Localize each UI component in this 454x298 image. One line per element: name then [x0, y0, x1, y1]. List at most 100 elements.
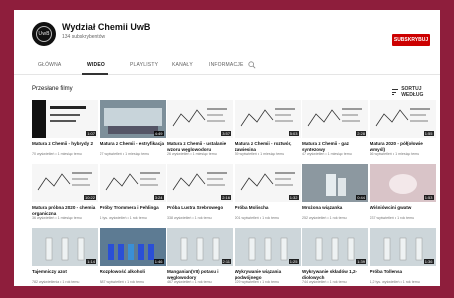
sort-button[interactable]: SORTUJ WEDŁUG: [392, 86, 440, 98]
video-duration: 2:28: [356, 131, 366, 136]
avatar-logo: UwB: [36, 26, 52, 42]
video-thumbnail[interactable]: 2:28: [302, 100, 368, 138]
video-title[interactable]: Wykrywanie wiązania podwójnego: [235, 269, 301, 280]
tab-home[interactable]: GŁÓWNA: [38, 62, 61, 68]
video-title[interactable]: Matura z Chemii - ustalanie wzoru węglow…: [167, 141, 233, 152]
sort-icon: [392, 89, 399, 95]
video-thumbnail[interactable]: 1:07: [32, 100, 98, 138]
video-duration: 1:46: [153, 259, 164, 264]
video-duration: 1:14: [86, 259, 96, 264]
video-card[interactable]: 2:11 Manganian(VII) potasu i węglowodory 4…: [167, 228, 233, 285]
video-duration: 2:16: [221, 195, 231, 200]
tab-about[interactable]: INFORMACJE: [209, 62, 244, 68]
video-card[interactable]: 1:07 Matura z Chemii - hybrydy 2 70 wyświe…: [32, 100, 98, 157]
video-card[interactable]: 2:16 Próba Lustra Srebrowego 338 wyświetle…: [167, 164, 233, 221]
video-thumbnail[interactable]: 4:49: [99, 100, 166, 138]
video-title[interactable]: Matura z Chemii - gaz syntezowy: [302, 141, 368, 152]
channel-avatar[interactable]: UwB: [32, 22, 56, 46]
video-card[interactable]: 1:25 Wykrywanie wiązania podwójnego 229 wy…: [234, 228, 301, 285]
channel-tabs: GŁÓWNA WIDEO PLAYLISTY KANAŁY INFORMACJE: [14, 57, 440, 75]
search-icon[interactable]: [248, 61, 256, 69]
video-thumbnail[interactable]: 5:03: [234, 100, 301, 138]
video-duration: 1:36: [423, 259, 434, 264]
video-duration: 1:07: [86, 131, 96, 136]
video-card[interactable]: 1:53 Wiśniówcini gwatw 237 wyświetleń • 1 …: [369, 164, 436, 221]
video-card[interactable]: 10:22 Matura próbna 2020 - chemia organic…: [32, 164, 98, 221]
video-meta: 338 wyświetleń • 1 rok temu: [167, 216, 212, 220]
video-duration: 2:11: [221, 259, 231, 264]
video-thumbnail[interactable]: 2:16: [167, 164, 233, 202]
tab-channels[interactable]: KANAŁY: [172, 62, 193, 68]
video-title[interactable]: Próba Lustra Srebrowego: [167, 205, 233, 216]
video-thumbnail[interactable]: 1:32: [234, 164, 301, 202]
video-thumbnail[interactable]: 3:24: [99, 164, 166, 202]
video-title[interactable]: Matura z Chemii - hybrydy 2: [32, 141, 98, 152]
video-thumbnail[interactable]: 1:36: [369, 228, 436, 266]
video-duration: 3:57: [221, 131, 231, 136]
video-title[interactable]: Matura z Chemii - roztwór, zawiesina: [235, 141, 301, 152]
video-title[interactable]: Próba Tollensa: [370, 269, 436, 280]
video-thumbnail[interactable]: 1:25: [234, 228, 301, 266]
video-card[interactable]: 2:28 Matura z Chemii - gaz syntezowy 47 wy…: [302, 100, 368, 157]
video-thumbnail[interactable]: 1:53: [369, 164, 436, 202]
video-card[interactable]: 4:49 Matura z Chemii - estryfikacja 27 wyś…: [99, 100, 166, 157]
video-meta: 252 wyświetleń • 1 rok temu: [302, 216, 347, 220]
video-duration: 4:49: [153, 131, 164, 136]
video-card[interactable]: 1:32 Próba Molischa 201 wyświetleń • 1 rok…: [234, 164, 301, 221]
channel-header: UwB Wydział Chemii UwB 134 subskrybentów…: [14, 10, 440, 50]
video-title[interactable]: Wiśniówcini gwatw: [370, 205, 436, 216]
video-duration: 10:22: [83, 195, 96, 200]
channel-page: UwB Wydział Chemii UwB 134 subskrybentów…: [14, 10, 440, 286]
video-title[interactable]: Mrożona wiązanka: [302, 205, 368, 216]
video-card[interactable]: 1:46 Rozpłowość alkoholi 887 wyświetleń • …: [99, 228, 166, 285]
video-thumbnail[interactable]: 3:57: [167, 100, 233, 138]
video-meta: 887 wyświetleń • 1 rok temu: [99, 280, 145, 284]
subscriber-count: 134 subskrybentów: [62, 34, 106, 40]
video-card[interactable]: 3:57 Matura z Chemii - ustalanie wzoru wę…: [167, 100, 233, 157]
subscribe-button[interactable]: SUBSKRYBUJ: [392, 34, 430, 46]
video-card[interactable]: 1:14 Tajemniczy azot 782 wyświetlenia • 1 …: [32, 228, 98, 285]
video-duration: 1:32: [288, 195, 299, 200]
video-meta: 26 wyświetleń • 1 miesiąc temu: [167, 152, 217, 156]
video-meta: 47 wyświetleń • 1 miesiąc temu: [302, 152, 352, 156]
video-title[interactable]: Próby Trommera i Fehlinga: [100, 205, 166, 216]
video-thumbnail[interactable]: 0:44: [302, 164, 368, 202]
video-thumbnail[interactable]: 1:46: [99, 228, 166, 266]
video-duration: 1:53: [423, 195, 434, 200]
video-card[interactable]: 0:44 Mrożona wiązanka 252 wyświetleń • 1 r…: [302, 164, 368, 221]
video-duration: 1:39: [356, 259, 366, 264]
video-meta: 1,2 tys. wyświetleń • 1 rok temu: [369, 280, 420, 284]
video-thumbnail[interactable]: 1:55: [369, 100, 436, 138]
sort-label: SORTUJ WEDŁUG: [401, 86, 424, 98]
video-duration: 5:03: [288, 131, 299, 136]
video-title[interactable]: Matura z Chemii - estryfikacja: [100, 141, 166, 152]
video-meta: 237 wyświetleń • 1 rok temu: [369, 216, 415, 220]
section-title: Przesłane filmy: [32, 86, 73, 92]
video-card[interactable]: 3:24 Próby Trommera i Fehlinga 1 tys. wyśw…: [99, 164, 166, 221]
tab-playlists[interactable]: PLAYLISTY: [130, 62, 158, 68]
video-card[interactable]: 1:55 Matura 2020 - pół(ołowie wmyśl) 66 wy…: [369, 100, 436, 157]
video-meta: 66 wyświetleń • 1 miesiąc temu: [369, 152, 420, 156]
video-card[interactable]: 5:03 Matura z Chemii - roztwór, zawiesina…: [234, 100, 301, 157]
video-thumbnail[interactable]: 1:14: [32, 228, 98, 266]
video-meta: 27 wyświetleń • 1 miesiąc temu: [99, 152, 150, 156]
video-card[interactable]: 1:39 Wykrywanie składów 1,2-diolowych 744 …: [302, 228, 368, 285]
video-title[interactable]: Wykrywanie składów 1,2-diolowych: [302, 269, 368, 280]
video-thumbnail[interactable]: 10:22: [32, 164, 98, 202]
video-meta: 744 wyświetleń • 1 rok temu: [302, 280, 347, 284]
tab-videos[interactable]: WIDEO: [87, 62, 105, 68]
video-duration: 1:55: [423, 131, 434, 136]
video-title[interactable]: Matura próbna 2020 - chemia organiczna: [32, 205, 98, 216]
video-title[interactable]: Próba Molischa: [235, 205, 301, 216]
video-thumbnail[interactable]: 2:11: [167, 228, 233, 266]
video-meta: 1 tys. wyświetleń • 1 rok temu: [99, 216, 147, 220]
video-meta: 229 wyświetleń • 1 rok temu: [234, 280, 280, 284]
video-title[interactable]: Matura 2020 - pół(ołowie wmyśl): [370, 141, 436, 152]
channel-name[interactable]: Wydział Chemii UwB: [62, 22, 150, 32]
video-thumbnail[interactable]: 1:39: [302, 228, 368, 266]
video-title[interactable]: Manganian(VII) potasu i węglowodory: [167, 269, 233, 280]
video-card[interactable]: 1:36 Próba Tollensa 1,2 tys. wyświetleń • …: [369, 228, 436, 285]
video-title[interactable]: Rozpłowość alkoholi: [100, 269, 166, 280]
video-title[interactable]: Tajemniczy azot: [32, 269, 98, 280]
video-meta: 201 wyświetleń • 1 rok temu: [234, 216, 280, 220]
